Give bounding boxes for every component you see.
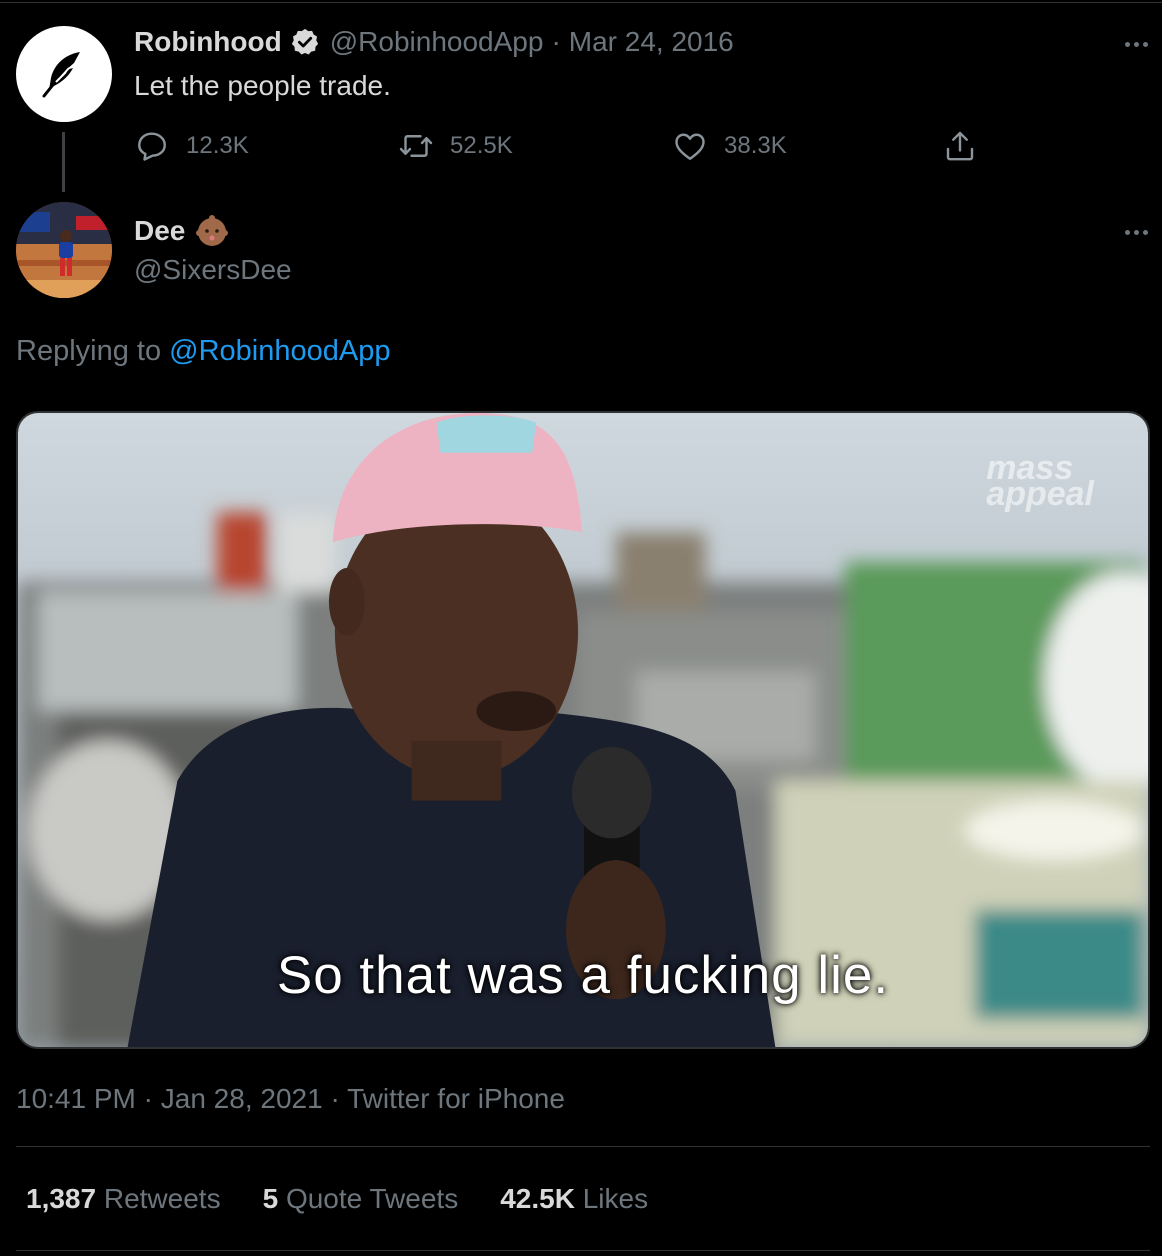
stats-bottom-divider bbox=[16, 1250, 1150, 1251]
separator: · bbox=[330, 1083, 340, 1114]
replying-to-line: Replying to @RobinhoodApp bbox=[16, 335, 390, 368]
tweet-timestamp-line: 10:41 PM · Jan 28, 2021 · Twitter for iP… bbox=[16, 1083, 565, 1115]
video-watermark: mass appeal bbox=[986, 451, 1094, 513]
likes-stat[interactable]: 42.5K Likes bbox=[500, 1183, 648, 1215]
replying-to-link[interactable]: @RobinhoodApp bbox=[169, 335, 390, 367]
parent-more-icon[interactable] bbox=[1125, 42, 1148, 47]
like-button[interactable]: 38.3K bbox=[672, 128, 787, 164]
tweet-source[interactable]: Twitter for iPhone bbox=[347, 1083, 565, 1114]
share-icon bbox=[946, 131, 974, 161]
reply-more-icon[interactable] bbox=[1125, 230, 1148, 235]
parent-display-name[interactable]: Robinhood bbox=[134, 26, 282, 58]
share-button[interactable] bbox=[942, 128, 978, 164]
like-count: 38.3K bbox=[724, 132, 787, 159]
tweet-stats: 1,387 Retweets 5 Quote Tweets 42.5K Like… bbox=[26, 1183, 648, 1215]
likes-label: Likes bbox=[582, 1183, 649, 1214]
parent-tweet-header: Robinhood @RobinhoodApp · Mar 24, 2016 bbox=[134, 26, 734, 58]
retweets-label: Retweets bbox=[103, 1183, 221, 1214]
video-subtitle: So that was a fucking lie. bbox=[276, 946, 890, 1005]
tweet-time[interactable]: 10:41 PM bbox=[16, 1083, 136, 1114]
thread-connector-line bbox=[62, 132, 65, 192]
retweet-button[interactable]: 52.5K bbox=[398, 128, 513, 164]
reply-icon bbox=[138, 132, 166, 161]
reply-handle[interactable]: @SixersDee bbox=[134, 254, 292, 286]
separator: · bbox=[551, 26, 561, 57]
retweets-count: 1,387 bbox=[26, 1183, 97, 1214]
dee-avatar[interactable] bbox=[16, 202, 112, 298]
parent-tweet-text: Let the people trade. bbox=[134, 70, 391, 101]
watermark-line-2: appeal bbox=[986, 475, 1094, 513]
robinhood-avatar[interactable] bbox=[16, 26, 112, 122]
quote-tweets-stat[interactable]: 5 Quote Tweets bbox=[263, 1183, 459, 1215]
tweet-date[interactable]: Jan 28, 2021 bbox=[161, 1083, 323, 1114]
top-divider bbox=[0, 2, 1162, 3]
baby-emoji-icon bbox=[196, 215, 229, 246]
retweet-count: 52.5K bbox=[450, 132, 513, 159]
feather-icon bbox=[42, 52, 80, 98]
retweets-stat[interactable]: 1,387 Retweets bbox=[26, 1183, 221, 1215]
parent-date[interactable]: Mar 24, 2016 bbox=[569, 26, 734, 58]
verified-badge-icon bbox=[291, 28, 318, 55]
reply-tweet-header: Dee bbox=[134, 214, 229, 248]
heart-icon bbox=[675, 133, 705, 160]
separator: · bbox=[143, 1083, 153, 1114]
replying-prefix: Replying to bbox=[16, 335, 170, 367]
reply-count: 12.3K bbox=[186, 132, 249, 159]
tweet-media-video[interactable]: mass appeal So that was a fucking lie. bbox=[16, 411, 1150, 1049]
quotes-label: Quote Tweets bbox=[285, 1183, 459, 1214]
likes-count: 42.5K bbox=[500, 1183, 575, 1214]
retweet-icon bbox=[399, 135, 433, 157]
stats-top-divider bbox=[16, 1146, 1150, 1147]
quotes-count: 5 bbox=[262, 1183, 279, 1214]
reply-display-name[interactable]: Dee bbox=[134, 215, 185, 247]
reply-button[interactable]: 12.3K bbox=[134, 128, 249, 164]
avatar-image bbox=[16, 202, 112, 298]
parent-handle[interactable]: @RobinhoodApp bbox=[330, 26, 544, 58]
tweet-thread: Robinhood @RobinhoodApp · Mar 24, 2016 L… bbox=[0, 0, 1162, 1256]
